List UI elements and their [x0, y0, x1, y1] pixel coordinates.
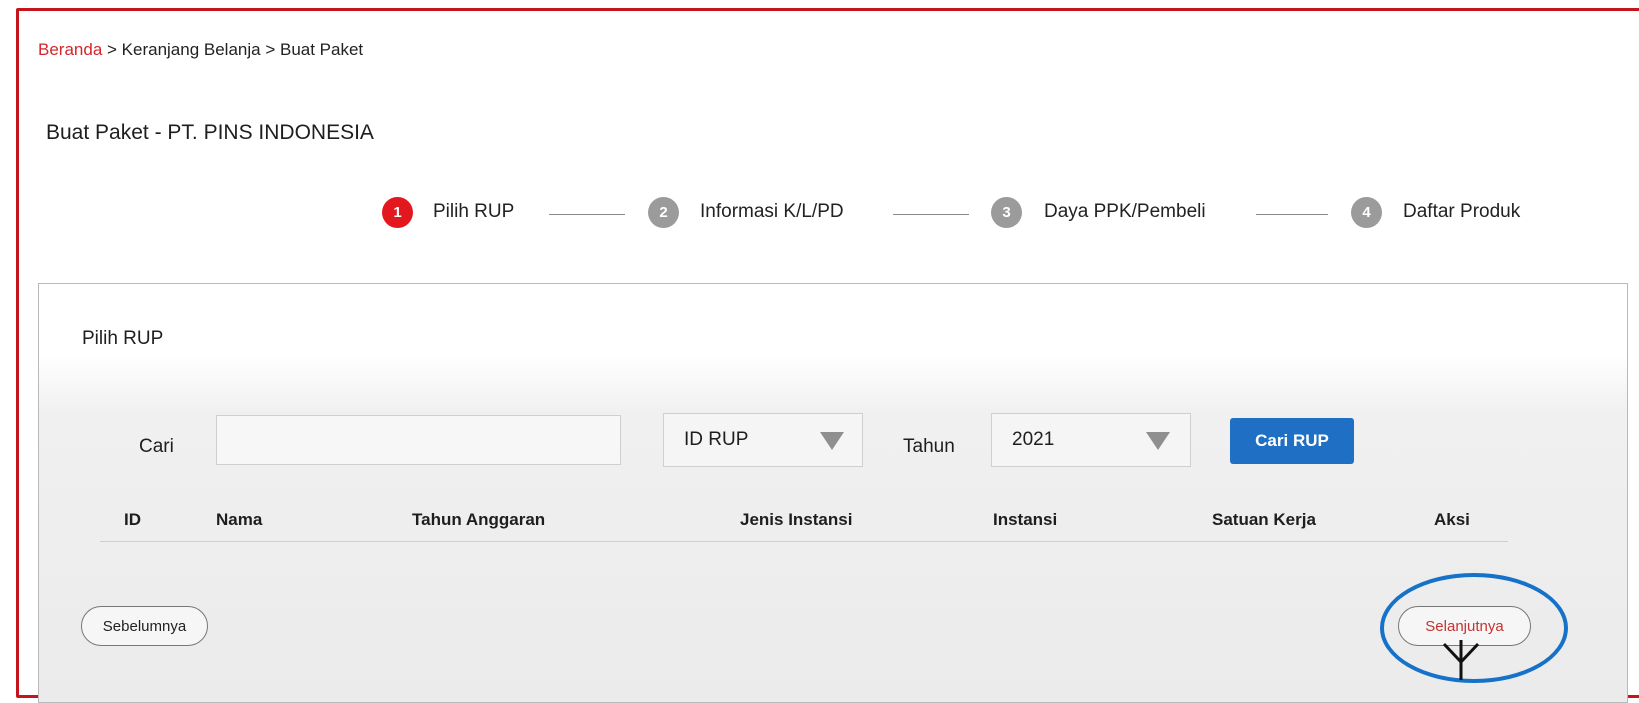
breadcrumb-home-link[interactable]: Beranda	[38, 40, 102, 59]
step-2-badge: 2	[648, 197, 679, 228]
step-3-label: Daya PPK/Pembeli	[1044, 201, 1206, 222]
step-2-label: Informasi K/L/PD	[700, 201, 844, 222]
step-4-label: Daftar Produk	[1403, 201, 1521, 222]
breadcrumb: Beranda > Keranjang Belanja > Buat Paket	[38, 40, 363, 60]
table-header-id: ID	[124, 510, 141, 529]
breadcrumb-cart-link[interactable]: Keranjang Belanja	[122, 40, 261, 59]
table-header-nama: Nama	[216, 510, 263, 529]
breadcrumb-separator: >	[102, 40, 122, 59]
search-input[interactable]	[216, 415, 621, 465]
triangle-down-icon	[1146, 432, 1170, 450]
step-1-badge: 1	[382, 197, 413, 228]
page-title: Buat Paket - PT. PINS INDONESIA	[46, 121, 374, 144]
step-4-badge: 4	[1351, 197, 1382, 228]
search-field-select-value: ID RUP	[684, 429, 749, 450]
search-rup-button[interactable]: Cari RUP	[1230, 418, 1354, 464]
year-select[interactable]: 2021	[991, 413, 1191, 467]
click-cursor-icon	[1442, 640, 1480, 680]
pilih-rup-panel	[38, 283, 1628, 703]
step-3-badge: 3	[991, 197, 1022, 228]
table-header-aksi: Aksi	[1434, 510, 1470, 529]
step-connector	[893, 214, 969, 215]
table-header-satuan-kerja: Satuan Kerja	[1212, 510, 1316, 529]
table-header-jenis-instansi: Jenis Instansi	[740, 510, 853, 529]
table-header-instansi: Instansi	[993, 510, 1058, 529]
previous-button[interactable]: Sebelumnya	[81, 606, 208, 646]
year-select-value: 2021	[1012, 429, 1055, 450]
search-label: Cari	[139, 436, 174, 457]
step-connector	[1256, 214, 1328, 215]
table-header-divider	[100, 541, 1508, 542]
step-connector	[549, 214, 625, 215]
triangle-down-icon	[820, 432, 844, 450]
breadcrumb-current: Buat Paket	[279, 40, 364, 59]
year-label: Tahun	[903, 436, 955, 457]
panel-title: Pilih RUP	[82, 328, 164, 349]
breadcrumb-separator: >	[260, 40, 280, 59]
search-field-select[interactable]: ID RUP	[663, 413, 863, 467]
table-header-tahun-anggaran: Tahun Anggaran	[412, 510, 546, 529]
step-1-label: Pilih RUP	[433, 201, 515, 222]
